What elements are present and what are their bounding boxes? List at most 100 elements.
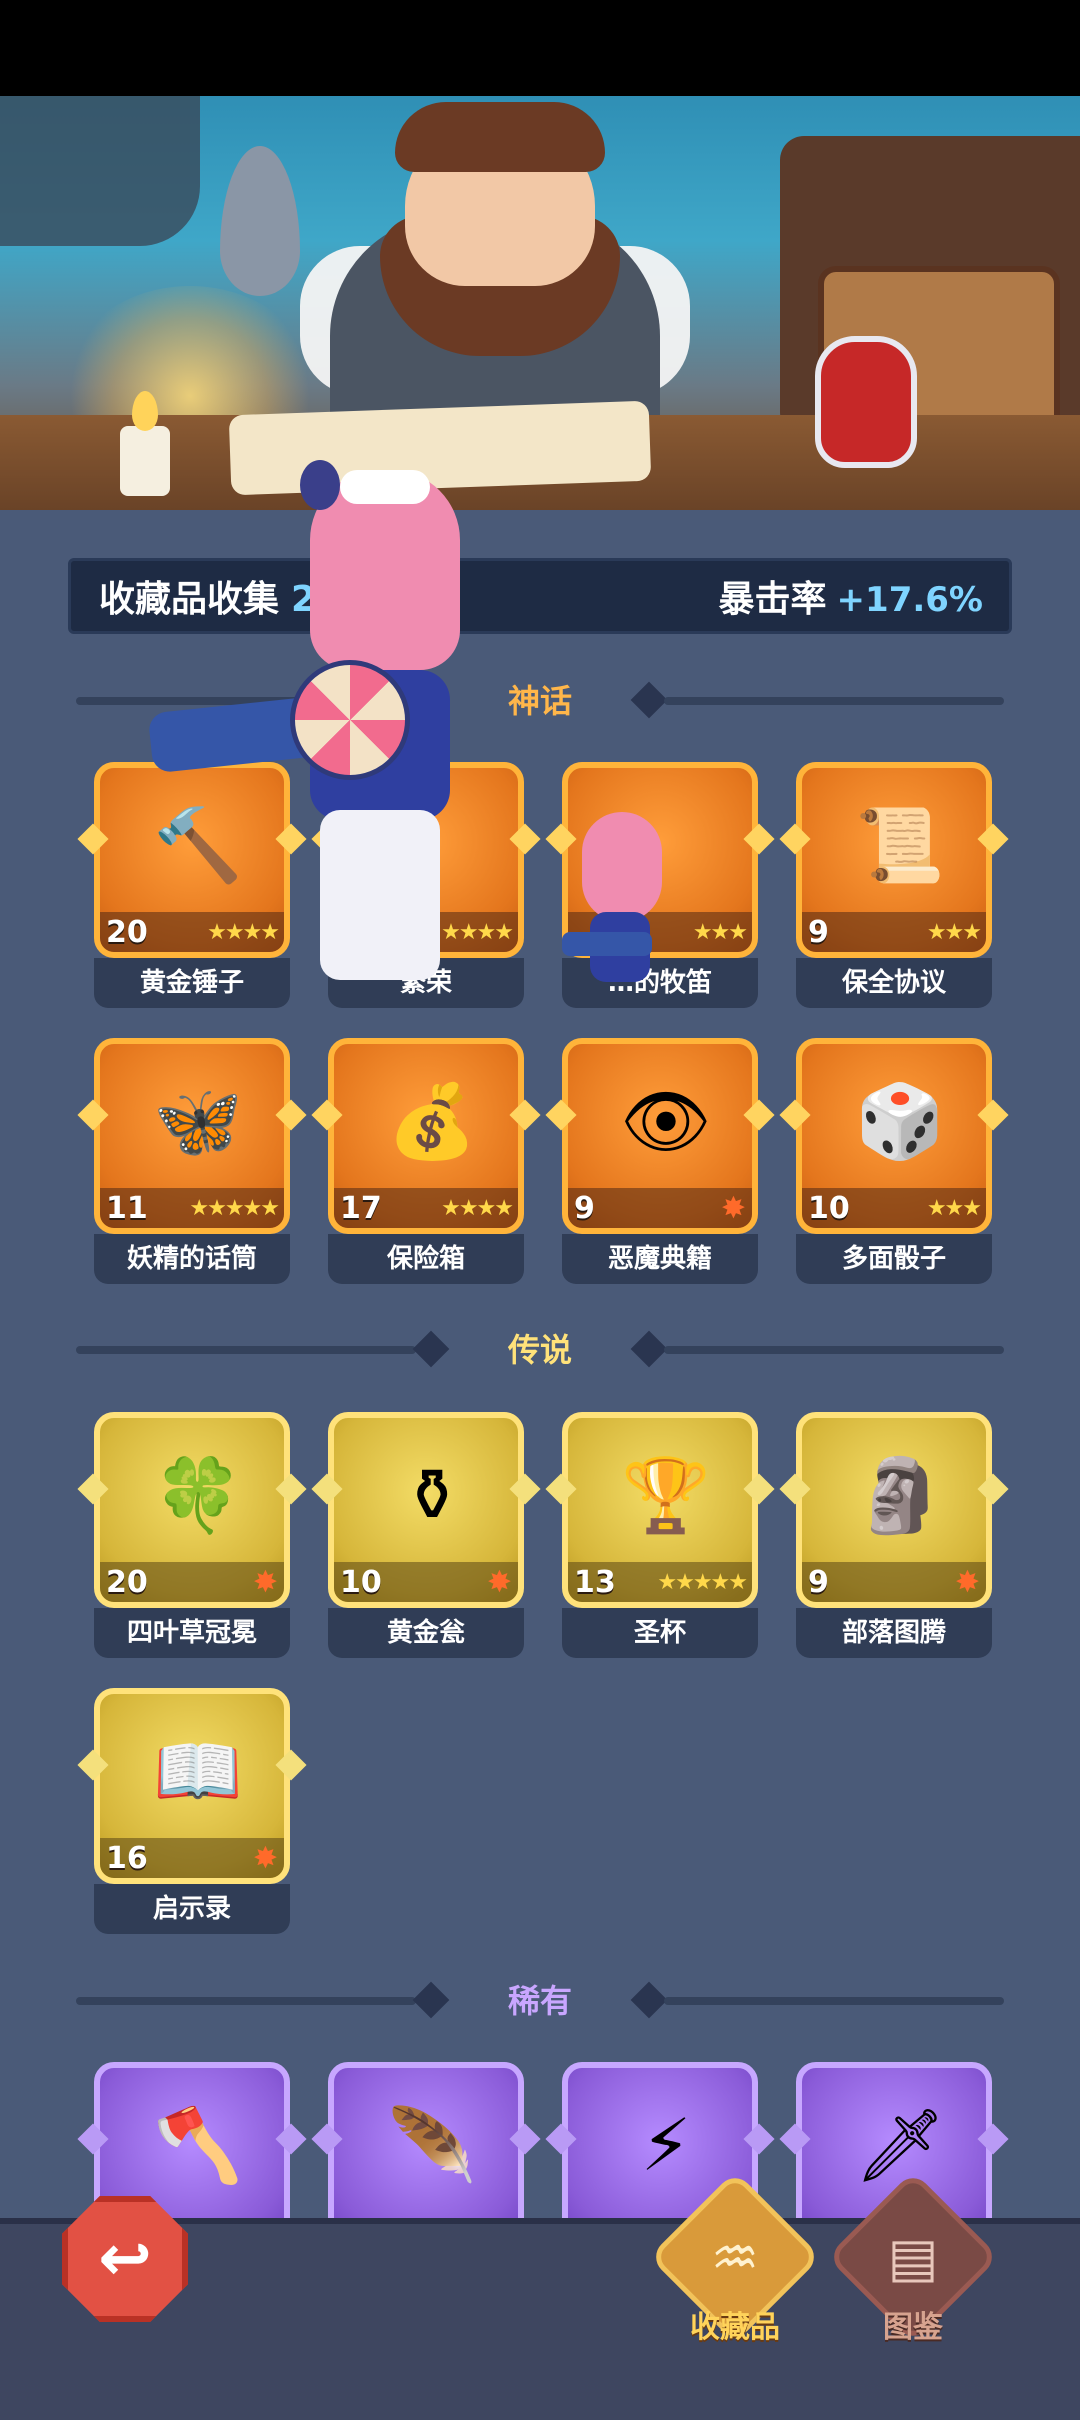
hammer-icon: 🔨 (153, 803, 243, 887)
item-name: 启示录 (94, 1884, 290, 1934)
collection-progress: 收藏品收集 23/23 (99, 570, 404, 622)
item-level: 20 (106, 1564, 148, 1600)
dwarf-hair (395, 102, 605, 172)
book-icon: ▤ (887, 2226, 939, 2289)
collectible-card[interactable]: 👁 9 ✸ 恶魔典籍 (545, 1038, 775, 1286)
card-footer: 16 ✸ (100, 1838, 284, 1878)
d20-dice-icon: 🎲 (855, 1079, 945, 1163)
divider-line (664, 697, 1004, 705)
grail-icon: 🏆 (621, 1453, 711, 1537)
star-rating: ★★★★ (441, 919, 514, 945)
collectible-card[interactable]: 📜 9 ★★★ 保全协议 (779, 762, 1009, 1010)
item-name: 恶魔典籍 (562, 1234, 758, 1284)
item-name: …的牧笛 (562, 958, 758, 1008)
card-footer: 20 ✸ (100, 1562, 284, 1602)
item-level: 20 (106, 914, 148, 950)
card-footer: 9 ✸ (802, 1562, 986, 1602)
collectible-card[interactable]: ⚱ 10 ✸ 黄金瓮 (311, 1412, 541, 1660)
totem-icon: 🗿 (855, 1453, 945, 1537)
section-header-mythic: 神话 (68, 679, 1012, 723)
phoenix-feather-icon: 🪶 (387, 2103, 477, 2187)
card-frame: ⚱ 10 ✸ (328, 1412, 524, 1608)
banner-shelf (0, 96, 200, 246)
crit-rate: 暴击率 +17.6% (719, 570, 983, 622)
item-name: 四叶草冠冕 (94, 1608, 290, 1658)
prosperity-icon (372, 790, 492, 900)
collection-summary-bar: 收藏品收集 23/23 暴击率 +17.6% (68, 558, 1012, 634)
collection-count: 23/23 (291, 579, 405, 620)
shovel-icon (220, 146, 300, 296)
star-rating: ★★★★ (207, 919, 280, 945)
tab-collection[interactable]: ♒ 收藏品 (648, 2170, 822, 2346)
max-star-badge-icon: ✸ (486, 1564, 512, 1600)
divider-line (664, 1346, 1004, 1354)
item-level: 10 (808, 1190, 850, 1226)
card-frame: 🗿 9 ✸ (796, 1412, 992, 1608)
card-frame: ★★★★ (328, 762, 524, 958)
item-name: 保险箱 (328, 1234, 524, 1284)
collectible-card[interactable]: 🔨 20 ★★★★ 黄金锤子 (77, 762, 307, 1010)
item-name: 妖精的话筒 (94, 1234, 290, 1284)
card-frame: 💰 17 ★★★★ (328, 1038, 524, 1234)
section-header-legend: 传说 (68, 1328, 1012, 1372)
flame-icon (132, 391, 158, 431)
demon-book-icon: 👁 (620, 1079, 712, 1163)
collectible-card[interactable]: 🦋 11 ★★★★★ 妖精的话筒 (77, 1038, 307, 1286)
card-footer: 10 ★★★ (802, 1188, 986, 1228)
item-level: 11 (106, 1190, 148, 1226)
item-name: 保全协议 (796, 958, 992, 1008)
card-footer: 11 ★★★★★ (100, 1188, 284, 1228)
collection-label: 收藏品收集 (99, 579, 280, 620)
lightning-card-icon: ⚡ (640, 2103, 692, 2187)
star-rating: ★★★ (926, 1195, 982, 1221)
map-scroll-icon (228, 400, 652, 496)
fairy-mic-icon: 🦋 (153, 1079, 243, 1163)
item-level: 10 (340, 1564, 382, 1600)
item-level: 16 (106, 1840, 148, 1876)
collectible-card[interactable]: 🗿 9 ✸ 部落图腾 (779, 1412, 1009, 1660)
open-book-icon: 📖 (153, 1729, 243, 1813)
shop-banner-illustration (0, 96, 1080, 510)
card-frame: 📖 16 ✸ (94, 1688, 290, 1884)
golden-urn-icon: ⚱ (401, 1453, 463, 1537)
card-frame: ★★★ (562, 762, 758, 958)
item-name: 黄金瓮 (328, 1608, 524, 1658)
collectible-card[interactable]: 💰 17 ★★★★ 保险箱 (311, 1038, 541, 1286)
item-name: 黄金锤子 (94, 958, 290, 1008)
collectible-card[interactable]: ★★★ …的牧笛 (545, 762, 775, 1010)
clover-crown-icon: 🍀 (153, 1453, 243, 1537)
star-rating: ★★★ (926, 919, 982, 945)
collectible-card[interactable]: 📖 16 ✸ 启示录 (77, 1688, 307, 1936)
star-rating: ★★★ (692, 919, 748, 945)
star-rating: ★★★★★ (657, 1569, 748, 1595)
candle-icon (120, 426, 170, 496)
collectible-card[interactable]: ★★★★ 繁荣 (311, 762, 541, 1010)
max-star-badge-icon: ✸ (720, 1190, 746, 1226)
card-footer: ★★★ (568, 912, 752, 952)
back-arrow-icon: ↩ (98, 2222, 152, 2296)
potion-icon (815, 336, 917, 468)
collectible-card[interactable]: 🏆 13 ★★★★★ 圣杯 (545, 1412, 775, 1660)
star-rating: ★★★★ (441, 1195, 514, 1221)
item-level: 9 (808, 1564, 829, 1600)
treasure-chest-icon: 💰 (387, 1079, 477, 1163)
section-header-rare: 稀有 (68, 1979, 1012, 2023)
collectible-card[interactable]: 🎲 10 ★★★ 多面骰子 (779, 1038, 1009, 1286)
max-star-badge-icon: ✸ (252, 1564, 278, 1600)
axe-icon: 🪓 (153, 2103, 243, 2187)
divider-line (664, 1997, 1004, 2005)
lyre-icon: ♒ (710, 2226, 760, 2289)
item-level: 17 (340, 1190, 382, 1226)
card-footer: 9 ★★★ (802, 912, 986, 952)
item-level: 13 (574, 1564, 616, 1600)
card-footer: 13 ★★★★★ (568, 1562, 752, 1602)
item-name: 圣杯 (562, 1608, 758, 1658)
card-frame: 📜 9 ★★★ (796, 762, 992, 958)
crit-label: 暴击率 (718, 579, 827, 620)
crit-value: +17.6% (836, 580, 983, 620)
card-frame: 🏆 13 ★★★★★ (562, 1412, 758, 1608)
card-frame: 🍀 20 ✸ (94, 1412, 290, 1608)
item-level: 9 (574, 1190, 595, 1226)
tab-codex[interactable]: ▤ 图鉴 (826, 2170, 1000, 2346)
collectible-card[interactable]: 🍀 20 ✸ 四叶草冠冕 (77, 1412, 307, 1660)
